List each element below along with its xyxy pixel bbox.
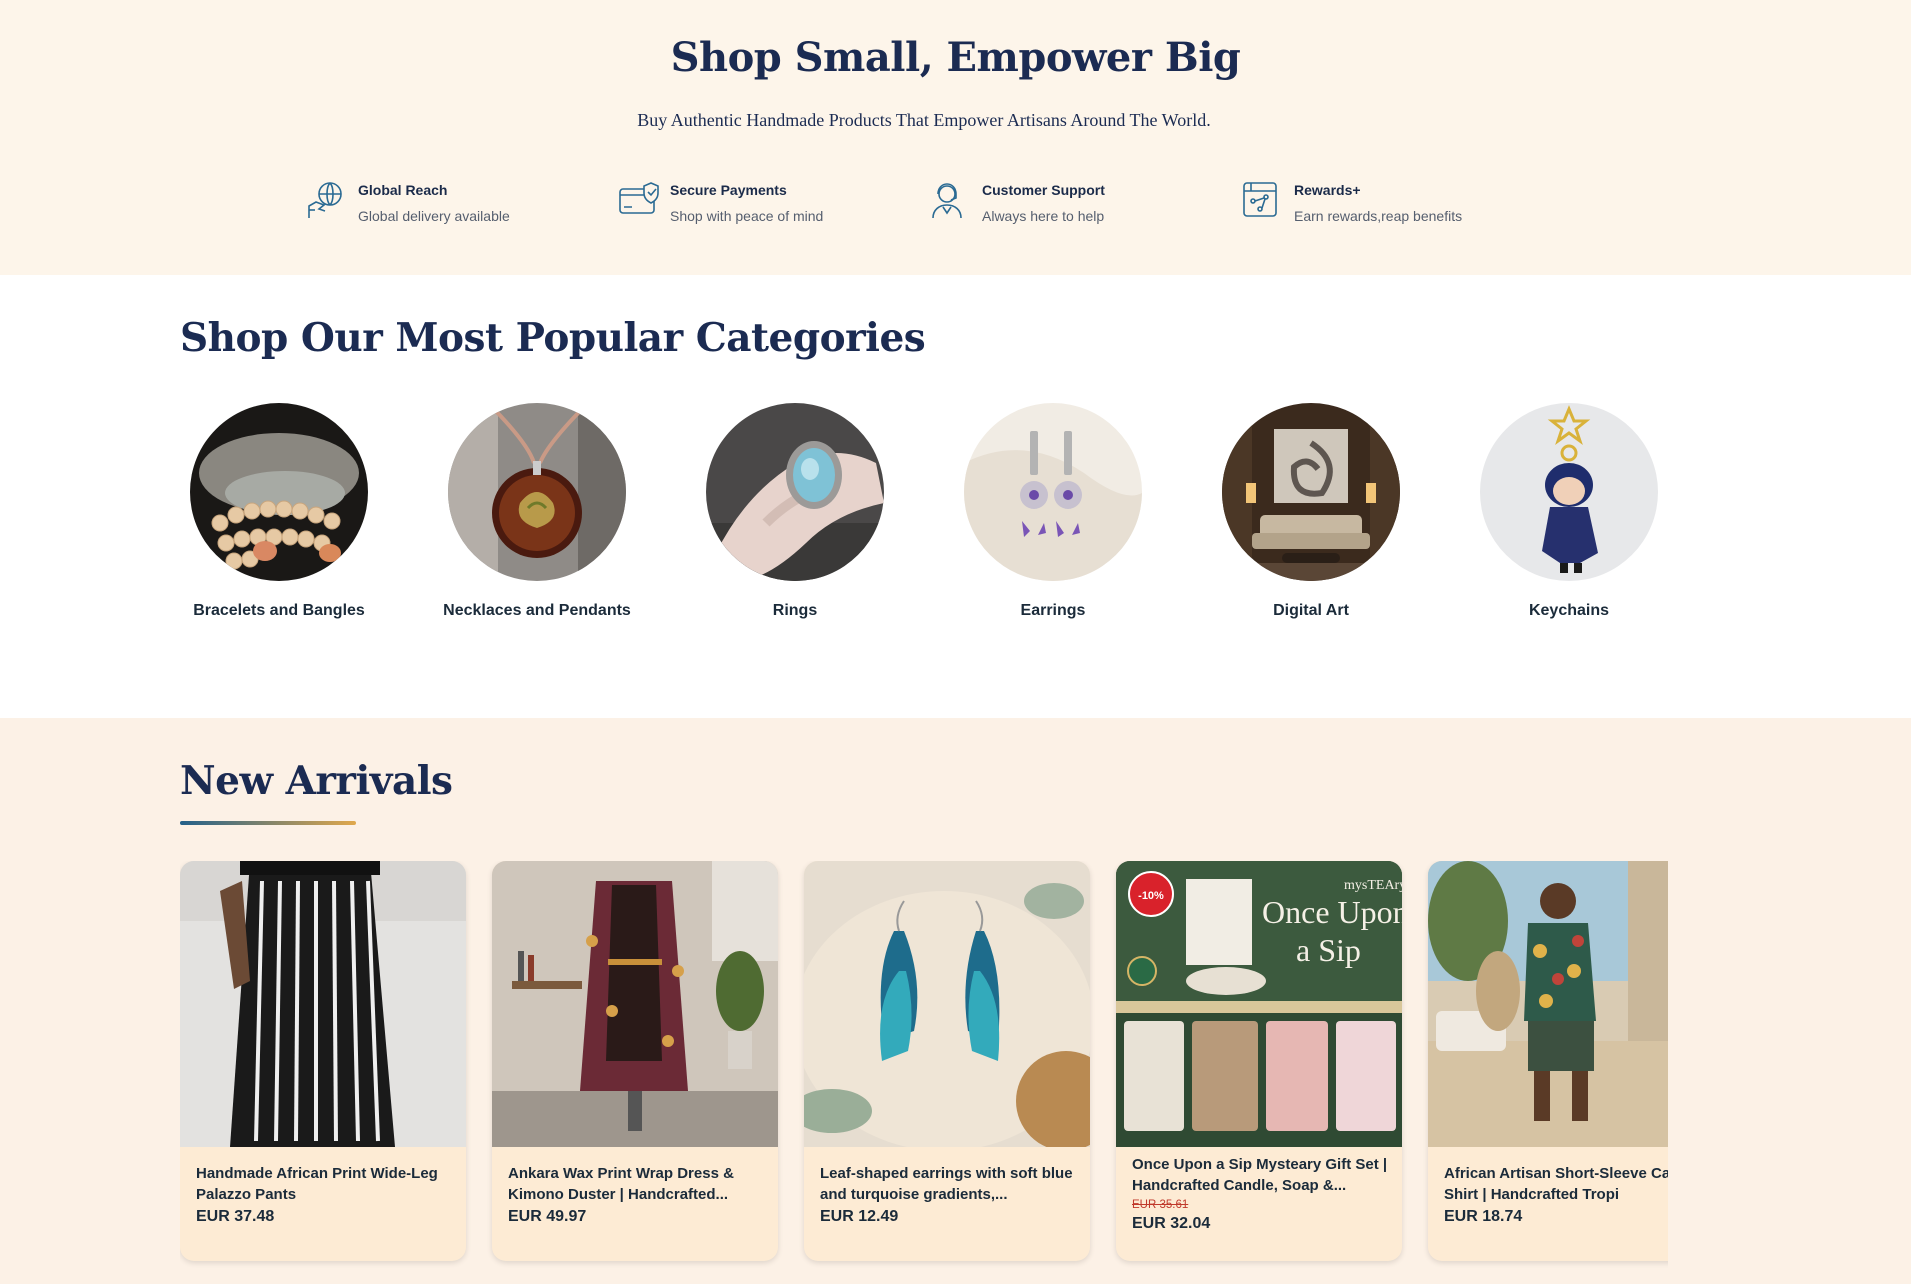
product-name[interactable]: Handmade African Print Wide-Leg Palazzo … [196, 1163, 458, 1205]
product-card[interactable]: mysTEAry Once Upon a Sip -10% Once Upon … [1116, 861, 1402, 1261]
globe-hand-icon [306, 180, 348, 220]
category-rings[interactable]: Rings [666, 403, 924, 623]
feature-desc: Earn rewards,reap benefits [1294, 208, 1463, 224]
product-image[interactable] [180, 861, 466, 1147]
product-image-headline-2: a Sip [1296, 932, 1361, 968]
category-image[interactable] [964, 403, 1142, 581]
product-name[interactable]: Ankara Wax Print Wrap Dress & Kimono Dus… [508, 1163, 770, 1205]
category-label[interactable]: Earrings [953, 599, 1153, 623]
feature-secure-payments: Secure Payments Shop with peace of mind [618, 178, 918, 238]
feature-global-reach: Global Reach Global delivery available [306, 178, 606, 238]
product-name[interactable]: Leaf-shaped earrings with soft blue and … [820, 1163, 1082, 1205]
product-image[interactable]: mysTEAry Once Upon a Sip -10% [1116, 861, 1402, 1147]
category-label[interactable]: Necklaces and Pendants [437, 599, 637, 623]
product-price: EUR 37.48 [196, 1208, 275, 1225]
category-label[interactable]: Keychains [1469, 599, 1669, 623]
product-image-brand: mysTEAry [1344, 878, 1402, 893]
feature-strip: Global Reach Global delivery available S… [0, 178, 1911, 238]
feature-customer-support: Customer Support Always here to help [930, 178, 1230, 238]
product-original-price: EUR 35.61 [1132, 1199, 1189, 1211]
category-label[interactable]: Bracelets and Bangles [179, 599, 379, 623]
product-card[interactable]: Leaf-shaped earrings with soft blue and … [804, 861, 1090, 1261]
category-image[interactable] [1222, 403, 1400, 581]
product-price: EUR 32.04 [1132, 1215, 1211, 1232]
product-card[interactable]: African Artisan Short-Sleeve Camp Shirt … [1428, 861, 1668, 1261]
category-label[interactable]: Digital Art [1211, 599, 1411, 623]
hero-section: Shop Small, Empower Big Buy Authentic Ha… [0, 0, 1911, 275]
hero-subtitle: Buy Authentic Handmade Products That Emp… [637, 110, 1211, 130]
product-carousel: Handmade African Print Wide-Leg Palazzo … [180, 861, 1668, 1271]
feature-desc: Always here to help [982, 208, 1105, 224]
product-price: EUR 49.97 [508, 1208, 587, 1225]
support-agent-icon [930, 180, 972, 220]
category-image[interactable] [706, 403, 884, 581]
feature-title: Rewards+ [1294, 182, 1361, 198]
product-card[interactable]: Handmade African Print Wide-Leg Palazzo … [180, 861, 466, 1261]
section-title: Shop Our Most Popular Categories [180, 315, 926, 361]
new-arrivals-section: New Arrivals Handmade African Print Wide… [0, 718, 1911, 1284]
product-image[interactable] [1428, 861, 1668, 1147]
product-image[interactable] [492, 861, 778, 1147]
category-necklaces[interactable]: Necklaces and Pendants [408, 403, 666, 623]
feature-desc: Global delivery available [358, 208, 510, 224]
category-bracelets[interactable]: Bracelets and Bangles [150, 403, 408, 623]
product-price: EUR 12.49 [820, 1208, 899, 1225]
feature-title: Secure Payments [670, 182, 787, 198]
product-image-headline-1: Once Upon [1262, 894, 1402, 930]
popular-categories-section: Shop Our Most Popular Categories Bracele… [0, 275, 1911, 718]
section-title: New Arrivals [180, 758, 453, 804]
product-name[interactable]: African Artisan Short-Sleeve Camp Shirt … [1444, 1163, 1668, 1205]
category-earrings[interactable]: Earrings [924, 403, 1182, 623]
category-label[interactable]: Rings [695, 599, 895, 623]
discount-badge: -10% [1128, 871, 1174, 917]
category-image[interactable] [190, 403, 368, 581]
secure-card-icon [618, 180, 660, 220]
title-underline [180, 821, 356, 825]
product-price: EUR 18.74 [1444, 1208, 1523, 1225]
rewards-icon [1242, 180, 1284, 220]
category-keychains[interactable]: Keychains [1440, 403, 1698, 623]
feature-rewards: Rewards+ Earn rewards,reap benefits [1242, 178, 1542, 238]
feature-desc: Shop with peace of mind [670, 208, 824, 224]
feature-title: Global Reach [358, 182, 448, 198]
category-image[interactable] [1480, 403, 1658, 581]
hero-title: Shop Small, Empower Big [670, 34, 1241, 81]
feature-title: Customer Support [982, 182, 1105, 198]
product-name[interactable]: Once Upon a Sip Mysteary Gift Set | Hand… [1132, 1154, 1394, 1196]
product-image[interactable] [804, 861, 1090, 1147]
product-card[interactable]: Ankara Wax Print Wrap Dress & Kimono Dus… [492, 861, 778, 1261]
category-digital-art[interactable]: Digital Art [1182, 403, 1440, 623]
category-image[interactable] [448, 403, 626, 581]
